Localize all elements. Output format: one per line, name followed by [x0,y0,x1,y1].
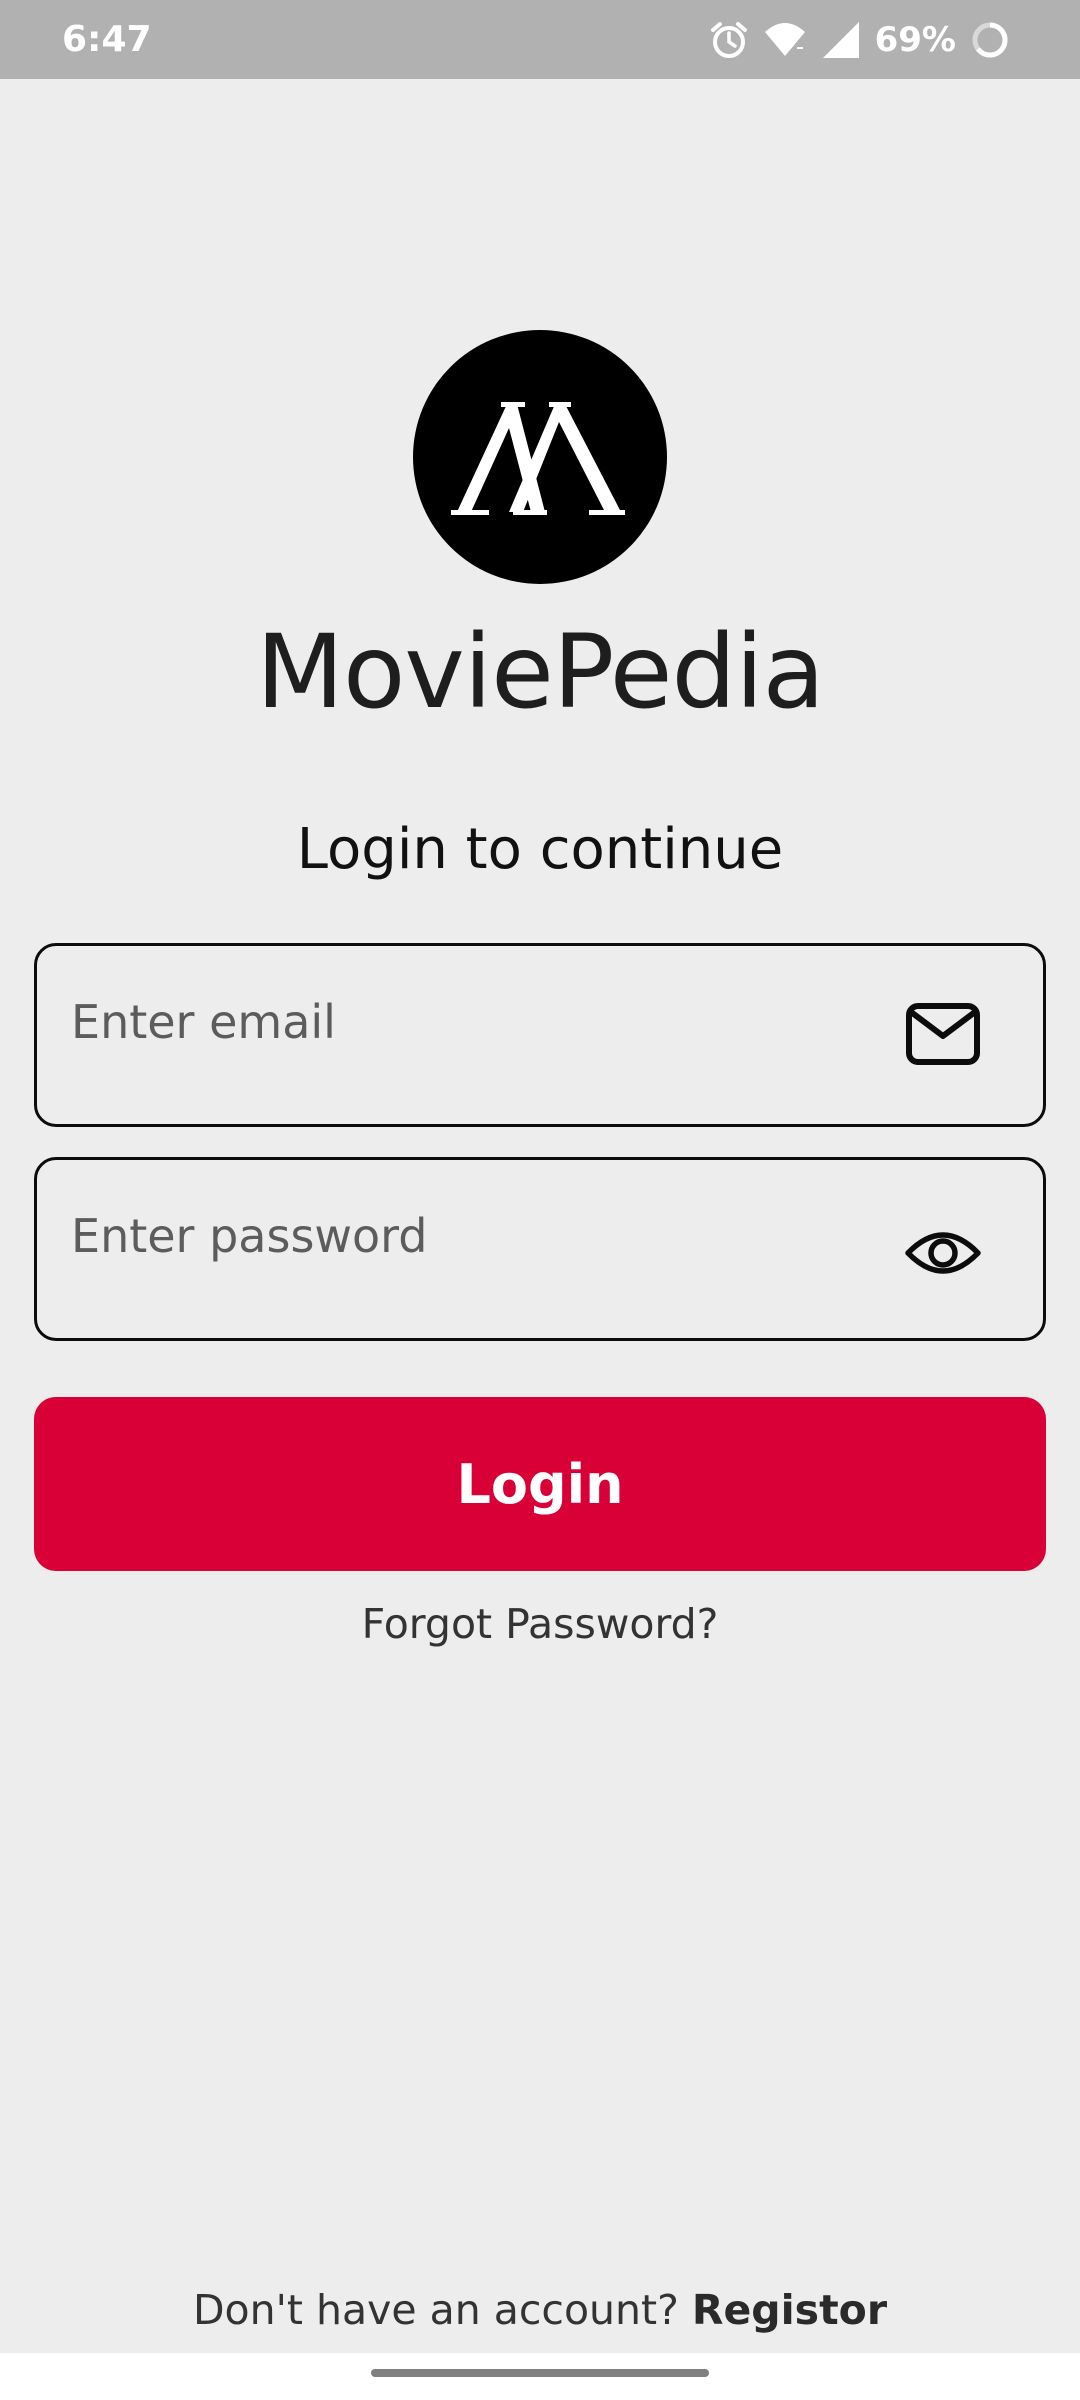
logo-mark-icon [451,402,625,515]
email-input[interactable] [71,978,871,1066]
wifi-icon [764,23,805,56]
battery-percent: 69% [874,20,956,60]
moviepedia-logo [413,330,667,584]
status-icons: 69% [709,16,1010,64]
app-title: MoviePedia [255,613,825,732]
battery-icon [972,22,1008,58]
login-button[interactable]: Login [34,1397,1046,1571]
status-time: 6:47 [62,19,152,60]
mail-icon [906,1003,980,1065]
status-bar: 6:47 69% [0,0,1080,79]
register-row: Don't have an account? Registor [0,2282,1080,2338]
register-prompt: Don't have an account? [192,2286,679,2334]
email-field[interactable] [34,943,1046,1127]
forgot-password-row: Forgot Password? [0,1598,1080,1650]
alarm-icon [710,22,747,58]
signal-icon [822,22,859,58]
home-indicator[interactable] [371,2369,709,2377]
password-input[interactable] [71,1192,871,1280]
eye-icon[interactable] [905,1220,981,1286]
register-link[interactable]: Registor [692,2286,887,2334]
forgot-password-link[interactable]: Forgot Password? [362,1600,719,1648]
login-heading: Login to continue [296,817,784,882]
password-field[interactable] [34,1157,1046,1341]
